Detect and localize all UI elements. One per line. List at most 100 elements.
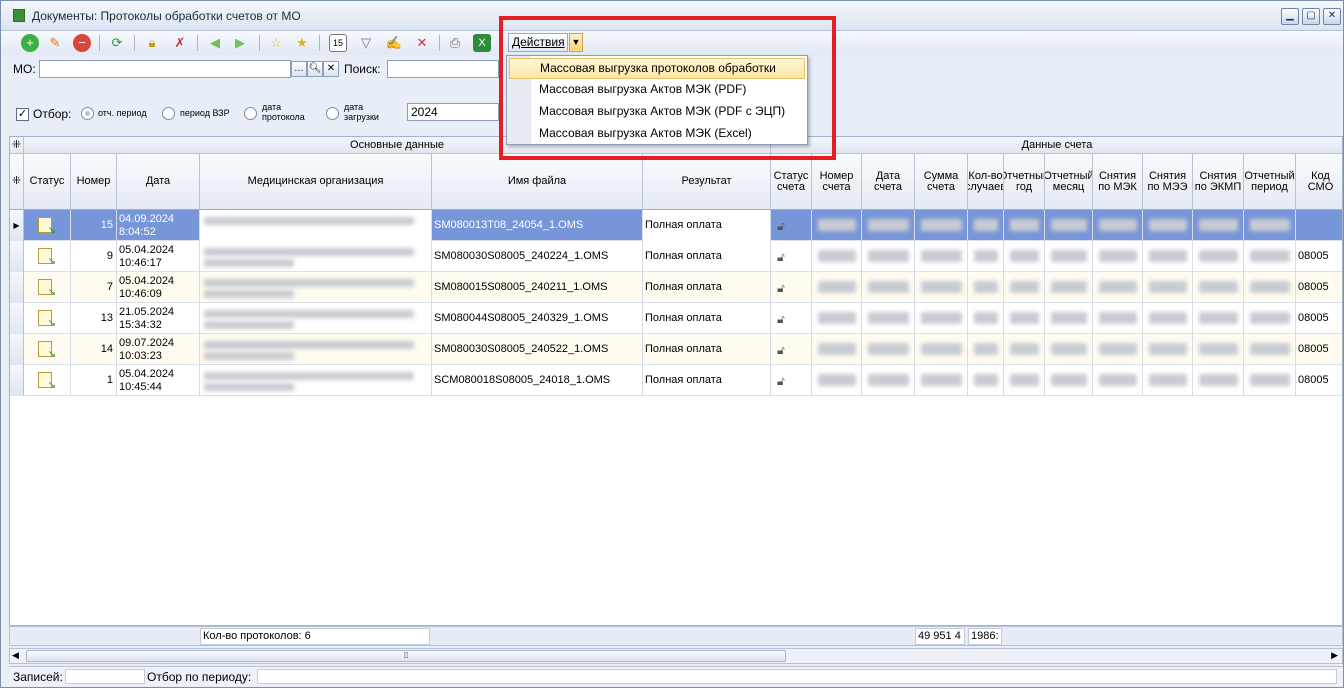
file-name-cell: SCM080018S08005_24018_1.OMS (432, 365, 643, 396)
table-row[interactable]: 705.04.202410:46:09 SM080015S08005_240211… (10, 272, 1342, 303)
header-status[interactable]: Статус (24, 154, 71, 210)
table-row[interactable]: 1409.07.202410:03:23 SM080030S08005_24052… (10, 334, 1342, 365)
document-status-icon (38, 341, 56, 360)
table-row[interactable]: 105.04.202410:45:44 SCM080018S08005_24018… (10, 365, 1342, 396)
search-icon[interactable]: 🔍︎ (307, 61, 323, 77)
header-account-status[interactable]: Статус счета (771, 154, 812, 210)
document-status-icon (38, 372, 56, 391)
account-data-cell (1045, 210, 1093, 241)
account-status-cell: 🔓︎ (771, 272, 812, 303)
filter-checkbox[interactable]: ✓ (16, 108, 29, 121)
search-input[interactable] (387, 60, 499, 78)
period-label: Отбор по периоду: (147, 670, 252, 684)
account-data-cell (1093, 241, 1143, 272)
header-date[interactable]: Дата (117, 154, 200, 210)
header-number[interactable]: Номер (71, 154, 117, 210)
print-icon[interactable]: ⎙ (446, 34, 464, 52)
header-smo-code[interactable]: Код СМО (1296, 154, 1342, 210)
document-status-icon (38, 217, 56, 236)
add-icon[interactable]: + (21, 34, 39, 52)
close-window-button[interactable]: ✕ (1323, 8, 1341, 25)
row-indicator[interactable]: ▶ (10, 210, 24, 241)
number-cell: 13 (71, 303, 117, 334)
excel-icon[interactable]: X (473, 34, 491, 52)
header-report-month[interactable]: Отчетный месяц (1045, 154, 1093, 210)
header-mek-deductions[interactable]: Снятия по МЭК (1093, 154, 1143, 210)
filter-icon[interactable]: ▽ (357, 34, 375, 52)
date-text: 05.04.2024 (119, 244, 175, 256)
account-data-cell (1244, 272, 1296, 303)
smo-code-cell: 08005 (1296, 365, 1342, 396)
row-indicator[interactable] (10, 334, 24, 365)
edit-icon[interactable]: ✎ (46, 34, 64, 52)
row-indicator[interactable] (10, 365, 24, 396)
unlock-icon[interactable]: ✗ (171, 34, 189, 52)
table-row[interactable]: ▶ 1504.09.20248:04:52 SM080013T08_24054_1.… (10, 210, 1342, 241)
med-org-cell (200, 334, 432, 365)
favorite-icon[interactable]: ☆ (267, 34, 285, 52)
unlocked-icon: 🔓︎ (777, 281, 785, 295)
header-file-name[interactable]: Имя файла (432, 154, 643, 210)
header-ekmp-deductions[interactable]: Снятия по ЭКМП (1193, 154, 1244, 210)
protocols-grid: ⁜ Основные данные Данные счета ⁜ Статус … (9, 136, 1343, 626)
header-account-date[interactable]: Дата счета (862, 154, 915, 210)
date-text: 21.05.2024 (119, 306, 175, 318)
favorites-icon[interactable]: ★ (293, 34, 311, 52)
date-cell: 05.04.2024 10:46:17 (117, 241, 200, 272)
row-indicator[interactable] (10, 241, 24, 272)
forward-icon[interactable]: ▶ (231, 34, 249, 52)
refresh-icon[interactable]: ⟳ (108, 34, 126, 52)
back-icon[interactable]: ◀ (206, 34, 224, 52)
calendar-icon[interactable]: 15 (329, 34, 347, 52)
header-mee-deductions[interactable]: Снятия по МЭЭ (1143, 154, 1193, 210)
mo-field[interactable] (39, 60, 291, 78)
horizontal-scrollbar[interactable]: ◀ ⁞⁞ ▶ (9, 648, 1343, 664)
row-indicator[interactable] (10, 272, 24, 303)
number-cell: 14 (71, 334, 117, 365)
status-cell (24, 272, 71, 303)
scroll-right-icon[interactable]: ▶ (1331, 650, 1338, 661)
radio-protocol-date[interactable] (244, 107, 257, 120)
header-med-org[interactable]: Медицинская организация (200, 154, 432, 210)
account-status-cell: 🔓︎ (771, 210, 812, 241)
account-data-cell (812, 303, 862, 334)
scroll-thumb[interactable]: ⁞⁞ (26, 650, 786, 662)
header-report-period[interactable]: Отчетный период (1244, 154, 1296, 210)
maximize-button[interactable]: ▢ (1302, 8, 1320, 25)
filter-edit-icon[interactable]: ✍ (385, 34, 403, 52)
header-result[interactable]: Результат (643, 154, 771, 210)
unlocked-icon: 🔓︎ (777, 374, 785, 388)
smo-code-cell: 08005 (1296, 334, 1342, 365)
date-text: 05.04.2024 (119, 275, 175, 287)
radio-vzr-period[interactable] (162, 107, 175, 120)
table-row[interactable]: 905.04.202410:46:17 SM080030S08005_240224… (10, 241, 1342, 272)
header-account-number[interactable]: Номер счета (812, 154, 862, 210)
radio-report-period[interactable] (81, 107, 94, 120)
account-data-cell (862, 210, 915, 241)
clear-icon[interactable]: ✕ (323, 61, 339, 77)
table-row[interactable]: 1321.05.202415:34:32 SM080044S08005_24032… (10, 303, 1342, 334)
account-data-cell (968, 303, 1004, 334)
account-data-cell (1045, 241, 1093, 272)
account-data-cell (1193, 303, 1244, 334)
delete-icon[interactable]: − (73, 34, 91, 52)
radio-vzr-period-label: период ВЗР (180, 108, 230, 118)
year-field[interactable]: 2024 (407, 103, 499, 121)
header-account-sum[interactable]: Сумма счета (915, 154, 968, 210)
account-data-cell (1143, 210, 1193, 241)
minimize-button[interactable]: ▁ (1281, 8, 1299, 25)
header-report-year[interactable]: Отчетный год (1004, 154, 1045, 210)
header-cases-count[interactable]: Кол-во случаев (968, 154, 1004, 210)
radio-upload-date[interactable] (326, 107, 339, 120)
account-data-cell (1143, 334, 1193, 365)
filter-clear-icon[interactable]: ✕ (413, 34, 431, 52)
lock-icon[interactable]: 🔒︎ (143, 34, 161, 52)
account-data-cell (1244, 241, 1296, 272)
row-indicator[interactable] (10, 303, 24, 334)
account-data-cell (968, 241, 1004, 272)
date-text: 09.07.2024 (119, 337, 175, 349)
ellipsis-button[interactable]: … (291, 61, 307, 77)
sum-total: 49 951 4 (915, 628, 965, 645)
scroll-left-icon[interactable]: ◀ (12, 650, 19, 661)
radio-upload-date-label: дата загрузки (344, 102, 379, 122)
